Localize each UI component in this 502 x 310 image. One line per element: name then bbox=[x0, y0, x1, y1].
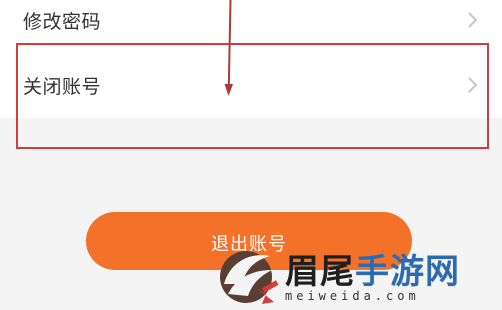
highlight-box bbox=[16, 43, 489, 149]
change-password-item[interactable]: 修改密码 bbox=[0, 0, 502, 42]
watermark-logo-icon bbox=[220, 251, 279, 304]
annotation-arrow-icon bbox=[224, 0, 233, 96]
watermark-url: meiweida.com bbox=[285, 289, 420, 303]
chevron-right-icon bbox=[466, 10, 480, 30]
watermark: 眉尾手游网 meiweida.com bbox=[216, 244, 502, 310]
watermark-title: 眉尾手游网 bbox=[285, 252, 460, 292]
change-password-label: 修改密码 bbox=[23, 10, 102, 33]
